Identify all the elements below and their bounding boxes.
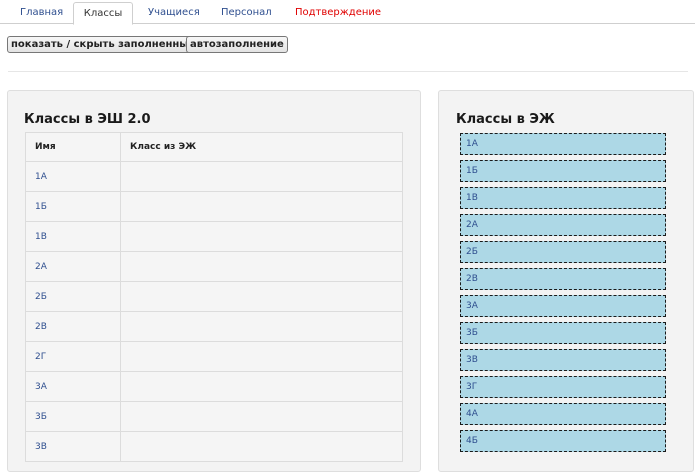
ej-drop-target[interactable] bbox=[120, 371, 403, 402]
table-header-row: Имя Класс из ЭЖ bbox=[25, 132, 403, 162]
ej-class-item[interactable]: 4А bbox=[460, 403, 666, 425]
class-name-cell: 2Б bbox=[25, 281, 121, 312]
ej-drop-target[interactable] bbox=[120, 161, 403, 192]
classes-table: Имя Класс из ЭЖ 1А 1Б 1В 2А 2Б 2В 2Г 3А … bbox=[25, 132, 403, 462]
class-name-cell: 1В bbox=[25, 221, 121, 252]
panel-title: Классы в ЭЖ bbox=[456, 112, 555, 127]
ej-drop-target[interactable] bbox=[120, 191, 403, 222]
table-row: 2В bbox=[25, 311, 403, 342]
ej-class-item[interactable]: 3А bbox=[460, 295, 666, 317]
class-name-cell: 2А bbox=[25, 251, 121, 282]
ej-class-item[interactable]: 3В bbox=[460, 349, 666, 371]
table-row: 1В bbox=[25, 221, 403, 252]
tab-home[interactable]: Главная bbox=[20, 4, 63, 22]
column-header-name: Имя bbox=[25, 132, 121, 162]
ej-class-item[interactable]: 1Б bbox=[460, 160, 666, 182]
divider bbox=[8, 71, 688, 72]
class-name-cell: 3Б bbox=[25, 401, 121, 432]
column-header-ej-class: Класс из ЭЖ bbox=[120, 132, 403, 162]
panel-title: Классы в ЭШ 2.0 bbox=[24, 112, 151, 127]
tab-students[interactable]: Учащиеся bbox=[148, 4, 200, 22]
class-name-cell: 2В bbox=[25, 311, 121, 342]
ej-class-list: 1А 1Б 1В 2А 2Б 2В 3А 3Б 3В 3Г 4А 4Б bbox=[460, 133, 666, 457]
toggle-filled-button[interactable]: показать / скрыть заполненные bbox=[7, 36, 200, 53]
ej-class-item[interactable]: 1А bbox=[460, 133, 666, 155]
class-name-cell: 3А bbox=[25, 371, 121, 402]
ej-drop-target[interactable] bbox=[120, 281, 403, 312]
tab-classes[interactable]: Классы bbox=[73, 2, 133, 25]
ej-drop-target[interactable] bbox=[120, 251, 403, 282]
class-name-cell: 1А bbox=[25, 161, 121, 192]
ej-class-item[interactable]: 2Б bbox=[460, 241, 666, 263]
class-name-cell: 2Г bbox=[25, 341, 121, 372]
tab-staff[interactable]: Персонал bbox=[221, 4, 272, 22]
ej-drop-target[interactable] bbox=[120, 341, 403, 372]
ej-class-item[interactable]: 2В bbox=[460, 268, 666, 290]
table-row: 2Г bbox=[25, 341, 403, 372]
ej-classes-panel: Классы в ЭЖ 1А 1Б 1В 2А 2Б 2В 3А 3Б 3В 3… bbox=[438, 90, 694, 472]
ej-drop-target[interactable] bbox=[120, 311, 403, 342]
table-row: 3Б bbox=[25, 401, 403, 432]
ej-class-item[interactable]: 3Г bbox=[460, 376, 666, 398]
table-row: 2А bbox=[25, 251, 403, 282]
ej-drop-target[interactable] bbox=[120, 431, 403, 462]
class-name-cell: 1Б bbox=[25, 191, 121, 222]
table-row: 2Б bbox=[25, 281, 403, 312]
ej-drop-target[interactable] bbox=[120, 401, 403, 432]
table-row: 3В bbox=[25, 431, 403, 462]
tab-bar: Главная Классы Учащиеся Персонал Подтвер… bbox=[0, 0, 695, 25]
ej-class-item[interactable]: 3Б bbox=[460, 322, 666, 344]
ej-class-item[interactable]: 1В bbox=[460, 187, 666, 209]
ej-drop-target[interactable] bbox=[120, 221, 403, 252]
ej-class-item[interactable]: 4Б bbox=[460, 430, 666, 452]
ej-class-item[interactable]: 2А bbox=[460, 214, 666, 236]
class-name-cell: 3В bbox=[25, 431, 121, 462]
table-row: 1А bbox=[25, 161, 403, 192]
table-row: 3А bbox=[25, 371, 403, 402]
tab-confirmation[interactable]: Подтверждение bbox=[295, 4, 381, 22]
autofill-button[interactable]: автозаполнение bbox=[186, 36, 288, 53]
eshkola-classes-panel: Классы в ЭШ 2.0 Имя Класс из ЭЖ 1А 1Б 1В… bbox=[7, 90, 421, 472]
table-row: 1Б bbox=[25, 191, 403, 222]
